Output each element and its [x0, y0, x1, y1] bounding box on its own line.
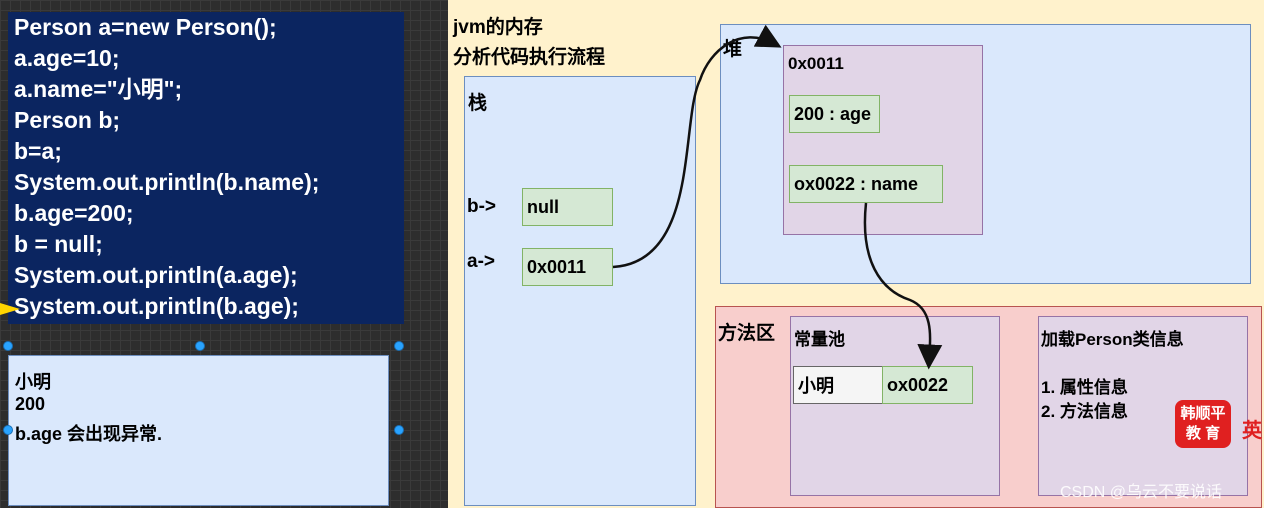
arrow-name-to-string [863, 202, 943, 370]
pointer-arrow-icon [0, 303, 20, 315]
arrow-a-to-object [612, 24, 782, 269]
side-text: 英 [1242, 420, 1262, 442]
logo-text: 教 育 [1185, 425, 1221, 442]
watermark: CSDN @乌云不要说话 [1060, 484, 1223, 501]
brand-logo: 韩顺平 教 育 [1175, 400, 1231, 448]
reference-arrows [0, 24, 943, 370]
logo-text: 韩顺平 [1180, 405, 1226, 422]
